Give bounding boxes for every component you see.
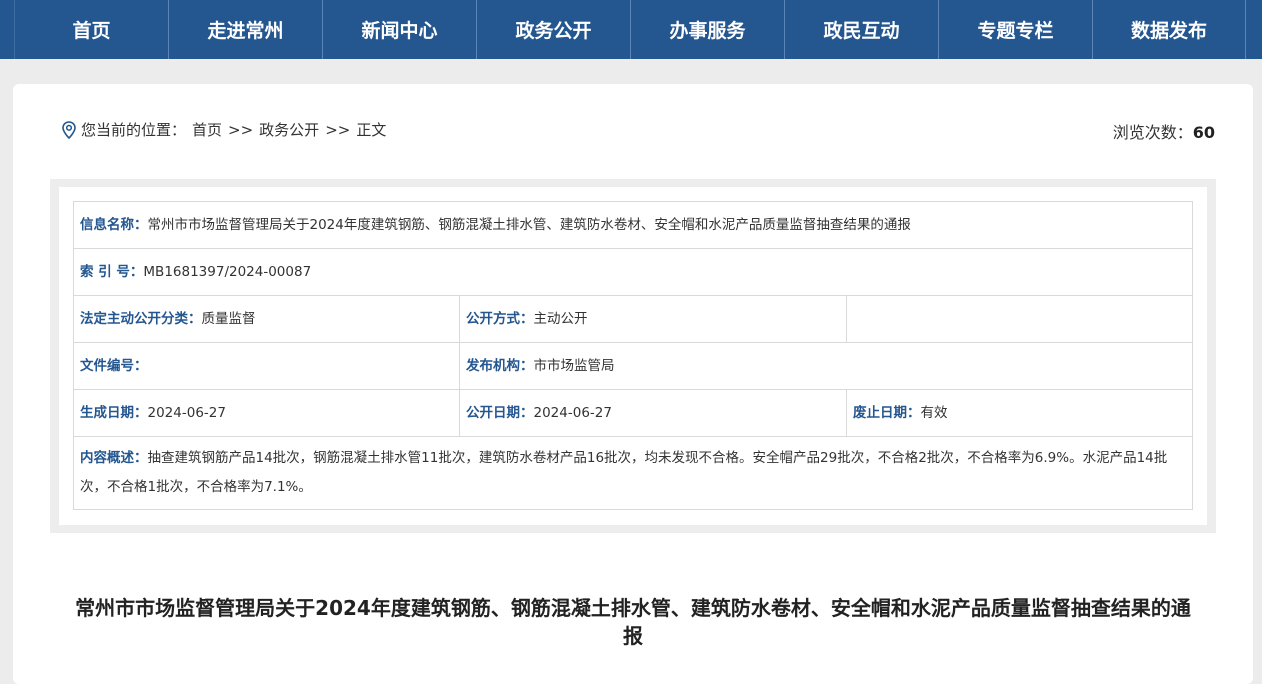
info-summary-value: 抽查建筑钢筋产品14批次，钢筋混凝土排水管11批次，建筑防水卷材产品16批次，均… <box>80 450 1168 495</box>
article-title: 常州市市场监督管理局关于2024年度建筑钢筋、钢筋混凝土排水管、建筑防水卷材、安… <box>75 596 1191 648</box>
info-name-value: 常州市市场监督管理局关于2024年度建筑钢筋、钢筋混凝土排水管、建筑防水卷材、安… <box>147 217 911 233</box>
nav-gov-affairs[interactable]: 政务公开 <box>476 0 630 59</box>
view-count-value: 60 <box>1192 123 1215 142</box>
info-summary-label: 内容概述： <box>80 450 148 466</box>
nav-topics[interactable]: 专题专栏 <box>938 0 1092 59</box>
info-panel-inner: 信息名称：常州市市场监督管理局关于2024年度建筑钢筋、钢筋混凝土排水管、建筑防… <box>59 187 1207 525</box>
breadcrumb-separator: >> <box>325 120 351 139</box>
info-empty-cell <box>845 295 1194 343</box>
breadcrumb-current: 正文 <box>356 121 387 139</box>
content-card: 您当前的位置： 首页 >> 政务公开 >> 正文 浏览次数：60 信息名称：常州… <box>13 84 1253 684</box>
info-org-cell: 发布机构：市市场监管局 <box>458 342 1194 390</box>
info-index-label: 索 引 号： <box>80 264 144 280</box>
info-created-label: 生成日期： <box>80 405 148 421</box>
info-category-cell: 法定主动公开分类：质量监督 <box>73 295 460 343</box>
info-published-cell: 公开日期：2024-06-27 <box>459 389 847 437</box>
table-row: 内容概述：抽查建筑钢筋产品14批次，钢筋混凝土排水管11批次，建筑防水卷材产品1… <box>72 436 1194 510</box>
info-method-cell: 公开方式：主动公开 <box>459 295 847 343</box>
info-category-value: 质量监督 <box>201 311 256 327</box>
info-method-label: 公开方式： <box>466 311 534 327</box>
table-row: 文件编号： 发布机构：市市场监管局 <box>73 342 1194 390</box>
view-count: 浏览次数：60 <box>1113 119 1215 143</box>
info-index-cell: 索 引 号：MB1681397/2024-00087 <box>72 248 1194 296</box>
info-expiry-cell: 废止日期：有效 <box>845 389 1194 437</box>
info-table: 信息名称：常州市市场监督管理局关于2024年度建筑钢筋、钢筋混凝土排水管、建筑防… <box>72 201 1194 510</box>
nav-about-changzhou[interactable]: 走进常州 <box>168 0 322 59</box>
info-published-label: 公开日期： <box>466 405 534 421</box>
location-pin-icon <box>62 120 76 139</box>
nav-services[interactable]: 办事服务 <box>630 0 784 59</box>
nav-news[interactable]: 新闻中心 <box>322 0 476 59</box>
info-panel: 信息名称：常州市市场监督管理局关于2024年度建筑钢筋、钢筋混凝土排水管、建筑防… <box>50 179 1216 533</box>
breadcrumb-separator: >> <box>228 120 254 139</box>
info-summary-cell: 内容概述：抽查建筑钢筋产品14批次，钢筋混凝土排水管11批次，建筑防水卷材产品1… <box>72 436 1194 510</box>
info-name-label: 信息名称： <box>80 217 148 233</box>
info-index-value: MB1681397/2024-00087 <box>143 264 312 280</box>
info-org-label: 发布机构： <box>466 358 534 374</box>
breadcrumb: 您当前的位置： 首页 >> 政务公开 >> 正文 <box>61 119 386 140</box>
info-expiry-label: 废止日期： <box>853 405 921 421</box>
breadcrumb-prefix: 您当前的位置： <box>81 121 187 139</box>
info-category-label: 法定主动公开分类： <box>80 311 202 327</box>
breadcrumb-gov-affairs[interactable]: 政务公开 <box>259 119 319 140</box>
nav-home[interactable]: 首页 <box>14 0 168 59</box>
info-created-cell: 生成日期：2024-06-27 <box>73 389 460 437</box>
info-expiry-value: 有效 <box>920 405 948 421</box>
info-created-value: 2024-06-27 <box>147 405 226 421</box>
table-row: 生成日期：2024-06-27 公开日期：2024-06-27 废止日期：有效 <box>73 389 1194 437</box>
info-docno-label: 文件编号： <box>80 358 148 374</box>
table-row: 索 引 号：MB1681397/2024-00087 <box>72 248 1194 296</box>
nav-data-release[interactable]: 数据发布 <box>1092 0 1246 59</box>
info-org-value: 市市场监管局 <box>533 358 615 374</box>
table-row: 信息名称：常州市市场监督管理局关于2024年度建筑钢筋、钢筋混凝土排水管、建筑防… <box>72 201 1194 249</box>
table-row: 法定主动公开分类：质量监督 公开方式：主动公开 <box>73 295 1194 343</box>
info-docno-cell: 文件编号： <box>73 342 460 390</box>
breadcrumb-home[interactable]: 首页 <box>192 119 222 140</box>
info-published-value: 2024-06-27 <box>533 405 612 421</box>
view-count-label: 浏览次数： <box>1112 123 1193 142</box>
info-method-value: 主动公开 <box>533 311 588 327</box>
info-name-cell: 信息名称：常州市市场监督管理局关于2024年度建筑钢筋、钢筋混凝土排水管、建筑防… <box>72 201 1194 249</box>
nav-interaction[interactable]: 政民互动 <box>784 0 938 59</box>
top-nav: 首页 走进常州 新闻中心 政务公开 办事服务 政民互动 专题专栏 数据发布 <box>0 0 1262 59</box>
